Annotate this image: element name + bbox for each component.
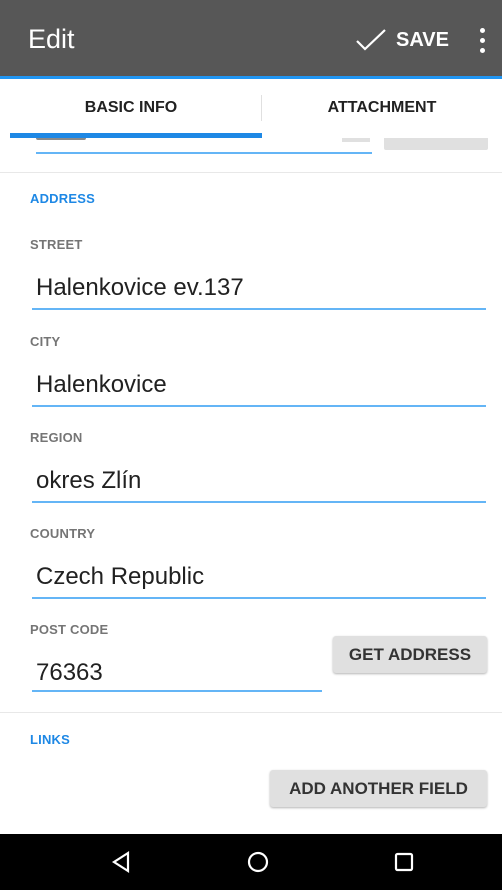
tab-attachment[interactable]: ATTACHMENT bbox=[262, 79, 502, 137]
street-field[interactable]: Halenkovice ev.137 bbox=[36, 274, 244, 302]
partial-field-value bbox=[36, 138, 86, 140]
post-code-field[interactable]: 76363 bbox=[36, 659, 103, 687]
post-code-underline bbox=[32, 690, 322, 692]
app-bar: Edit SAVE bbox=[0, 0, 502, 76]
country-field[interactable]: Czech Republic bbox=[36, 563, 204, 591]
partial-field-underline bbox=[36, 152, 372, 154]
region-field[interactable]: okres Zlín bbox=[36, 467, 141, 495]
save-label: SAVE bbox=[396, 28, 449, 51]
street-underline bbox=[32, 308, 486, 310]
back-icon[interactable] bbox=[91, 844, 151, 880]
city-underline bbox=[32, 405, 486, 407]
city-field[interactable]: Halenkovice bbox=[36, 371, 167, 399]
city-label: CITY bbox=[30, 334, 61, 349]
tab-bar: BASIC INFO ATTACHMENT bbox=[0, 79, 502, 137]
section-divider bbox=[0, 172, 502, 173]
navigation-bar bbox=[0, 834, 502, 890]
add-another-field-button[interactable]: ADD ANOTHER FIELD bbox=[270, 770, 487, 807]
region-underline bbox=[32, 501, 486, 503]
post-code-label: POST CODE bbox=[30, 622, 109, 637]
form-content[interactable]: ADDRESS STREET Halenkovice ev.137 CITY H… bbox=[0, 138, 502, 834]
tab-basic-info[interactable]: BASIC INFO bbox=[0, 79, 262, 137]
region-label: REGION bbox=[30, 430, 83, 445]
more-options-icon[interactable] bbox=[472, 26, 492, 56]
links-heading: LINKS bbox=[30, 732, 70, 747]
recents-icon[interactable] bbox=[374, 844, 434, 880]
address-heading: ADDRESS bbox=[30, 191, 95, 206]
home-icon[interactable] bbox=[228, 844, 288, 880]
section-divider bbox=[0, 712, 502, 713]
save-button[interactable]: SAVE bbox=[354, 18, 458, 62]
partial-button[interactable] bbox=[384, 138, 488, 150]
check-icon bbox=[356, 29, 386, 51]
street-label: STREET bbox=[30, 237, 83, 252]
partial-checkbox[interactable] bbox=[342, 138, 370, 142]
get-address-button[interactable]: GET ADDRESS bbox=[333, 636, 487, 673]
page-title: Edit bbox=[28, 24, 75, 54]
country-label: COUNTRY bbox=[30, 526, 96, 541]
country-underline bbox=[32, 597, 486, 599]
